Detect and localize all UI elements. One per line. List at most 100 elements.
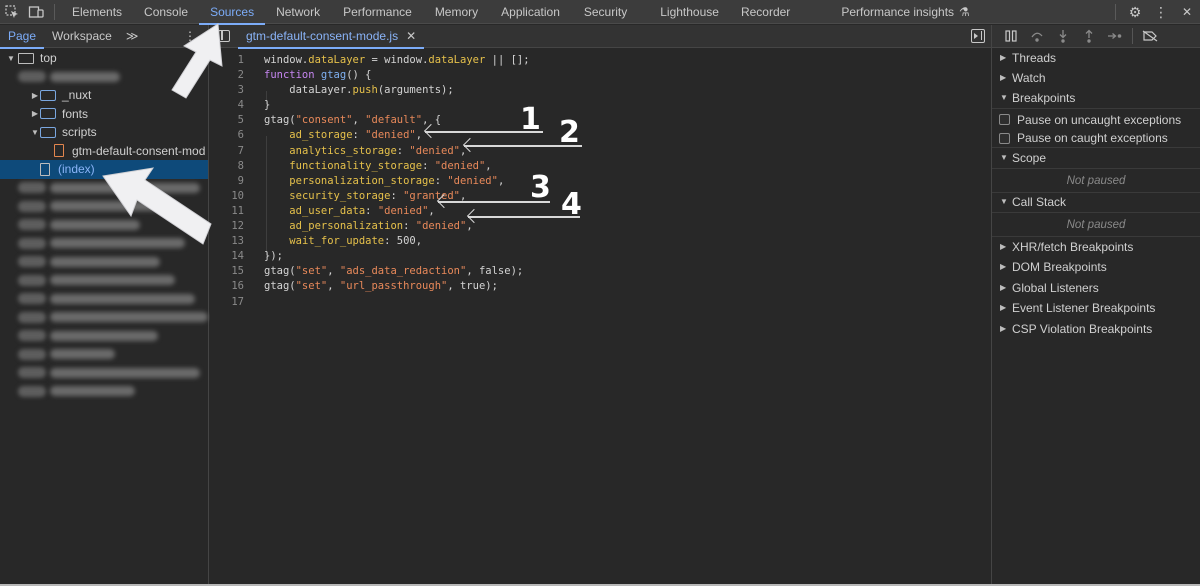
code-line[interactable]: 10 security_storage: "granted",	[210, 189, 991, 204]
line-number[interactable]: 6	[210, 128, 244, 143]
tab-memory[interactable]: Memory	[424, 0, 489, 24]
tree-item-domain-blurred[interactable]	[0, 216, 208, 235]
section-scope[interactable]: ▼ Scope	[992, 148, 1200, 169]
navigator-menu-icon[interactable]: ⋮	[184, 25, 196, 48]
line-number[interactable]: 1	[210, 53, 244, 68]
tab-application[interactable]: Application	[489, 0, 572, 24]
tree-item-folder-nuxt[interactable]: ▶ _nuxt	[0, 86, 208, 105]
code-line[interactable]: 8 functionality_storage: "denied",	[210, 159, 991, 174]
inspect-element-icon[interactable]	[0, 0, 24, 24]
tree-item-domain-blurred[interactable]	[0, 234, 208, 253]
tree-item-domain-blurred[interactable]	[0, 197, 208, 216]
tree-item-domain-blurred[interactable]	[0, 345, 208, 364]
line-number[interactable]: 13	[210, 234, 244, 249]
tab-performance[interactable]: Performance	[331, 0, 424, 24]
more-tabs-chevron-icon[interactable]: ≫	[120, 29, 145, 43]
close-devtools-icon[interactable]: ✕	[1174, 0, 1200, 24]
checkbox[interactable]	[999, 132, 1010, 144]
tree-item-domain-blurred[interactable]	[0, 179, 208, 198]
section-watch[interactable]: ▶ Watch	[992, 68, 1200, 88]
section-breakpoints[interactable]: ▼ Breakpoints	[992, 89, 1200, 110]
code-line[interactable]: 6 ad_storage: "denied",	[210, 128, 991, 143]
tree-item-domain-blurred[interactable]	[0, 271, 208, 290]
tree-item-domain-blurred[interactable]	[0, 253, 208, 272]
tree-item-domain-blurred[interactable]	[0, 68, 208, 87]
section-xhr-breakpoints[interactable]: ▶ XHR/fetch Breakpoints	[992, 237, 1200, 257]
code-line[interactable]: 3 dataLayer.push(arguments);	[210, 83, 991, 98]
toggle-debugger-sidebar-icon[interactable]	[971, 29, 985, 43]
tree-item-index[interactable]: (index)	[0, 160, 208, 179]
code-line[interactable]: 17	[210, 295, 991, 310]
line-number[interactable]: 4	[210, 98, 244, 113]
line-number[interactable]: 14	[210, 249, 244, 264]
code-line[interactable]: 9 personalization_storage: "denied",	[210, 174, 991, 189]
navigator-tab-page[interactable]: Page	[0, 25, 45, 49]
line-number[interactable]: 8	[210, 159, 244, 174]
code-line[interactable]: 16 gtag("set", "url_passthrough", true);	[210, 279, 991, 294]
tab-console[interactable]: Console	[133, 0, 199, 24]
tab-elements[interactable]: Elements	[61, 0, 133, 24]
code-token: dataLayer	[428, 54, 486, 66]
code-line[interactable]: 2 function gtag() {	[210, 68, 991, 83]
line-number[interactable]: 9	[210, 174, 244, 189]
section-call-stack[interactable]: ▼ Call Stack	[992, 193, 1200, 213]
step-over-icon[interactable]	[1024, 25, 1050, 48]
more-options-icon[interactable]: ⋮	[1148, 0, 1174, 24]
line-number[interactable]: 16	[210, 279, 244, 294]
tree-item-folder-fonts[interactable]: ▶ fonts	[0, 105, 208, 124]
pause-uncaught-exceptions-checkbox[interactable]: Pause on uncaught exceptions	[992, 110, 1200, 129]
checkbox[interactable]	[999, 114, 1010, 126]
close-tab-icon[interactable]: ✕	[406, 25, 416, 48]
tab-lighthouse[interactable]: Lighthouse	[649, 0, 730, 24]
section-dom-breakpoints[interactable]: ▶ DOM Breakpoints	[992, 257, 1200, 277]
tree-item-domain-blurred[interactable]	[0, 364, 208, 383]
tab-recorder[interactable]: Recorder	[730, 0, 830, 24]
settings-gear-icon[interactable]: ⚙	[1122, 0, 1148, 24]
code-line[interactable]: 14});	[210, 249, 991, 264]
tab-sources[interactable]: Sources	[199, 0, 266, 25]
line-number[interactable]: 11	[210, 204, 244, 219]
editor-tab-file[interactable]: gtm-default-consent-mode.js ✕	[238, 25, 425, 49]
device-toolbar-icon[interactable]	[24, 0, 48, 24]
code-line[interactable]: 13 wait_for_update: 500,	[210, 234, 991, 249]
code-line[interactable]: 15 gtag("set", "ads_data_redaction", fals…	[210, 264, 991, 279]
section-csp-violation-breakpoints[interactable]: ▶ CSP Violation Breakpoints	[992, 319, 1200, 339]
pause-icon[interactable]	[998, 25, 1024, 48]
line-number[interactable]: 10	[210, 189, 244, 204]
section-threads[interactable]: ▶ Threads	[992, 48, 1200, 68]
tree-item-domain-blurred[interactable]	[0, 308, 208, 327]
tree-item-domain-blurred[interactable]	[0, 290, 208, 309]
code-line[interactable]: 1 window.dataLayer = window.dataLayer || …	[210, 53, 991, 68]
tree-item-top[interactable]: ▼ top	[0, 49, 208, 68]
section-title: XHR/fetch Breakpoints	[1012, 239, 1134, 254]
tab-network[interactable]: Network	[265, 0, 331, 24]
step-out-icon[interactable]	[1076, 25, 1102, 48]
line-number[interactable]: 12	[210, 219, 244, 234]
line-number[interactable]: 15	[210, 264, 244, 279]
tab-performance-insights[interactable]: Performance insights ⚗	[830, 0, 980, 24]
code-area[interactable]: 1 window.dataLayer = window.dataLayer || …	[210, 48, 991, 310]
step-icon[interactable]	[1102, 25, 1128, 48]
line-number[interactable]: 7	[210, 144, 244, 159]
line-number[interactable]: 17	[210, 295, 244, 310]
section-event-listener-breakpoints[interactable]: ▶ Event Listener Breakpoints	[992, 298, 1200, 318]
toggle-navigator-button[interactable]	[210, 25, 238, 48]
deactivate-breakpoints-icon[interactable]	[1137, 25, 1163, 48]
tree-item-folder-scripts[interactable]: ▼ scripts	[0, 123, 208, 142]
pause-caught-exceptions-checkbox[interactable]: Pause on caught exceptions	[992, 129, 1200, 149]
code-line[interactable]: 7 analytics_storage: "denied",	[210, 144, 991, 159]
code-line[interactable]: 5 gtag("consent", "default", {	[210, 113, 991, 128]
section-global-listeners[interactable]: ▶ Global Listeners	[992, 278, 1200, 298]
code-line[interactable]: 11 ad_user_data: "denied",	[210, 204, 991, 219]
code-line[interactable]: 12 ad_personalization: "denied",	[210, 219, 991, 234]
line-number[interactable]: 5	[210, 113, 244, 128]
step-into-icon[interactable]	[1050, 25, 1076, 48]
line-number[interactable]: 2	[210, 68, 244, 83]
tree-item-script-file[interactable]: gtm-default-consent-mod	[0, 142, 208, 161]
line-number[interactable]: 3	[210, 83, 244, 98]
tab-security[interactable]: Security	[572, 0, 649, 24]
tree-item-domain-blurred[interactable]	[0, 382, 208, 401]
code-line[interactable]: 4}	[210, 98, 991, 113]
tree-item-domain-blurred[interactable]	[0, 327, 208, 346]
navigator-tab-workspace[interactable]: Workspace	[44, 25, 120, 48]
